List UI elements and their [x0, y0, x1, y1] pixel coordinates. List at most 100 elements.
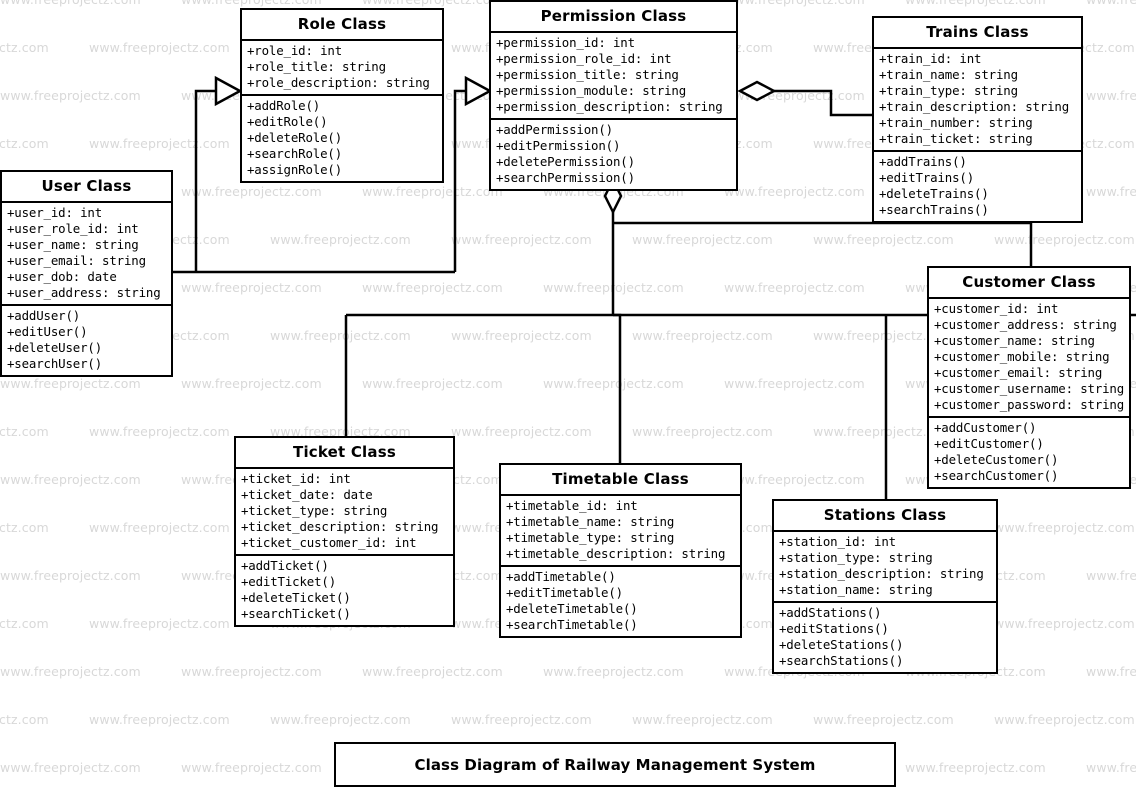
class-title-customer: Customer Class [929, 268, 1129, 299]
class-title-user: User Class [2, 172, 171, 203]
watermark-text: www.freeprojectz.com [89, 616, 230, 631]
class-attributes-timetable: +timetable_id: int +timetable_name: strin… [501, 496, 740, 567]
uml-member-row: +searchTrains() [879, 201, 989, 217]
watermark-text: www.freeprojectz.com [724, 472, 865, 487]
class-box-permission[interactable]: Permission Class +permission_id: int +per… [489, 0, 738, 191]
watermark-text: www.freeprojectz.com [362, 664, 503, 679]
watermark-text: www.freeprojectz.com [270, 712, 411, 727]
class-box-role[interactable]: Role Class +role_id: int +role_title: str… [240, 8, 444, 183]
watermark-text: www.freeprojectz.com [89, 40, 230, 55]
class-box-timetable[interactable]: Timetable Class +timetable_id: int +timet… [499, 463, 742, 638]
watermark-text: www.freeprojectz.com [181, 376, 322, 391]
watermark-text: www.freeprojectz.com [994, 520, 1135, 535]
watermark-text: www.freeprojectz.com [1086, 88, 1136, 103]
uml-member-row: +train_ticket: string [879, 130, 1033, 146]
uml-member-row: +editUser() [7, 323, 88, 339]
class-attributes-permission: +permission_id: int +permission_role_id: … [491, 33, 736, 120]
uml-member-row: +editCustomer() [934, 435, 1044, 451]
uml-member-row: +user_address: string [7, 284, 161, 300]
watermark-text: www.freeprojectz.com [362, 0, 503, 7]
uml-member-row: +editTimetable() [506, 584, 623, 600]
watermark-text: www.freeprojectz.com [905, 760, 1046, 775]
uml-member-row: +station_description: string [779, 565, 984, 581]
watermark-text: www.freeprojectz.com [0, 0, 141, 7]
uml-member-row: +editPermission() [496, 137, 621, 153]
uml-member-row: +addUser() [7, 307, 81, 323]
watermark-text: www.freeprojectz.com [181, 0, 322, 7]
watermark-text: www.freeprojectz.com [181, 184, 322, 199]
class-box-user[interactable]: User Class +user_id: int +user_role_id: i… [0, 170, 173, 377]
watermark-text: www.freeprojectz.com [0, 88, 141, 103]
watermark-text: www.freeprojectz.com [181, 760, 322, 775]
watermark-text: www.freeprojectz.com [89, 520, 230, 535]
uml-member-row: +ticket_customer_id: int [241, 534, 417, 550]
uml-member-row: +addTimetable() [506, 568, 616, 584]
uml-member-row: +station_id: int [779, 533, 896, 549]
watermark-text: www.freeprojectz.com [362, 376, 503, 391]
class-box-customer[interactable]: Customer Class +customer_id: int +custome… [927, 266, 1131, 489]
watermark-text: www.freeprojectz.com [89, 136, 230, 151]
uml-member-row: +customer_email: string [934, 364, 1103, 380]
uml-member-row: +deletePermission() [496, 153, 635, 169]
uml-member-row: +customer_password: string [934, 396, 1125, 412]
watermark-text: www.freeprojectz.com [994, 616, 1135, 631]
uml-member-row: +customer_name: string [934, 332, 1095, 348]
uml-member-row: +ticket_description: string [241, 518, 439, 534]
connector-permission-to-trains [737, 80, 876, 117]
class-title-ticket: Ticket Class [236, 438, 453, 469]
class-methods-stations: +addStations() +editStations() +deleteStat… [774, 603, 996, 672]
uml-member-row: +permission_role_id: int [496, 50, 672, 66]
uml-member-row: +ticket_date: date [241, 486, 373, 502]
uml-member-row: +user_role_id: int [7, 220, 139, 236]
class-box-ticket[interactable]: Ticket Class +ticket_id: int +ticket_date… [234, 436, 455, 627]
uml-member-row: +deleteRole() [247, 129, 343, 145]
uml-member-row: +editTrains() [879, 169, 975, 185]
watermark-text: www.freeprojectz.com [1086, 184, 1136, 199]
class-methods-customer: +addCustomer() +editCustomer() +deleteCust… [929, 418, 1129, 487]
watermark-text: www.freeprojectz.com [0, 136, 49, 151]
class-title-permission: Permission Class [491, 2, 736, 33]
uml-member-row: +train_description: string [879, 98, 1070, 114]
watermark-text: www.freeprojectz.com [632, 424, 773, 439]
uml-member-row: +timetable_id: int [506, 497, 638, 513]
uml-member-row: +user_id: int [7, 204, 103, 220]
watermark-text: www.freeprojectz.com [181, 280, 322, 295]
watermark-text: www.freeprojectz.com [994, 712, 1135, 727]
class-attributes-stations: +station_id: int +station_type: string +st… [774, 532, 996, 603]
class-methods-permission: +addPermission() +editPermission() +delete… [491, 120, 736, 189]
uml-member-row: +searchStations() [779, 652, 904, 668]
class-methods-timetable: +addTimetable() +editTimetable() +deleteTi… [501, 567, 740, 636]
uml-member-row: +addTrains() [879, 153, 967, 169]
class-box-trains[interactable]: Trains Class +train_id: int +train_name: … [872, 16, 1083, 223]
class-attributes-user: +user_id: int +user_role_id: int +user_nam… [2, 203, 171, 306]
uml-member-row: +searchPermission() [496, 169, 635, 185]
watermark-text: www.freeprojectz.com [994, 232, 1135, 247]
class-box-stations[interactable]: Stations Class +station_id: int +station_… [772, 499, 998, 674]
connector-permission-trunk [603, 177, 623, 315]
uml-member-row: +deleteCustomer() [934, 451, 1059, 467]
watermark-text: www.freeprojectz.com [0, 664, 141, 679]
uml-member-row: +train_number: string [879, 114, 1033, 130]
uml-member-row: +train_name: string [879, 66, 1018, 82]
watermark-text: www.freeprojectz.com [1086, 0, 1136, 7]
uml-member-row: +deleteTimetable() [506, 600, 638, 616]
class-title-stations: Stations Class [774, 501, 996, 532]
watermark-text: www.freeprojectz.com [1086, 568, 1136, 583]
watermark-text: www.freeprojectz.com [543, 280, 684, 295]
watermark-text: www.freeprojectz.com [89, 424, 230, 439]
uml-member-row: +permission_id: int [496, 34, 635, 50]
watermark-text: www.freeprojectz.com [905, 0, 1046, 7]
watermark-text: www.freeprojectz.com [632, 328, 773, 343]
watermark-text: www.freeprojectz.com [1086, 664, 1136, 679]
watermark-text: www.freeprojectz.com [181, 664, 322, 679]
uml-member-row: +searchCustomer() [934, 467, 1059, 483]
watermark-text: www.freeprojectz.com [543, 664, 684, 679]
uml-member-row: +permission_module: string [496, 82, 687, 98]
watermark-text: www.freeprojectz.com [451, 424, 592, 439]
uml-member-row: +user_name: string [7, 236, 139, 252]
uml-member-row: +addStations() [779, 604, 882, 620]
class-diagram-canvas: www.freeprojectz.com www.freeprojectz.com… [0, 0, 1136, 792]
uml-member-row: +addRole() [247, 97, 321, 113]
uml-member-row: +permission_title: string [496, 66, 679, 82]
watermark-text: www.freeprojectz.com [0, 568, 141, 583]
